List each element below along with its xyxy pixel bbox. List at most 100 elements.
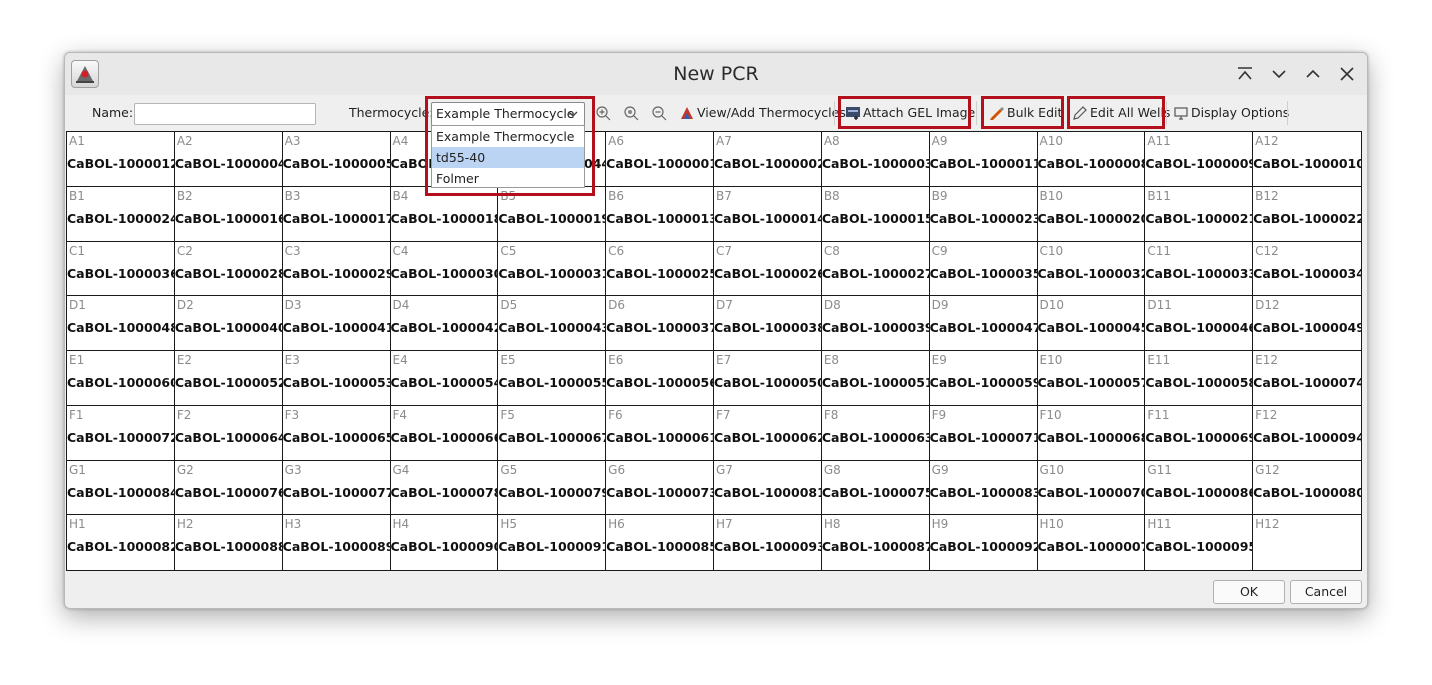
zoom-in-icon[interactable] bbox=[595, 105, 611, 121]
plate-well[interactable]: A12 CaBOL-1000010 bbox=[1253, 132, 1361, 187]
plate-well[interactable]: G4 CaBOL-1000078 bbox=[390, 460, 499, 516]
plate-well[interactable]: F2 CaBOL-1000064 bbox=[174, 405, 283, 461]
plate-well[interactable]: H3 CaBOL-1000089 bbox=[283, 515, 391, 570]
window-top-icon[interactable] bbox=[1234, 63, 1256, 85]
display-options-button[interactable]: Display Options bbox=[1169, 95, 1289, 131]
plate-well[interactable]: D4 CaBOL-1000042 bbox=[390, 296, 499, 351]
thermocycle-option-selected[interactable]: td55-40 bbox=[432, 147, 584, 168]
maximize-icon[interactable] bbox=[1302, 63, 1324, 85]
plate-well[interactable]: D11 CaBOL-1000046 bbox=[1145, 296, 1254, 351]
plate-well[interactable]: A6 CaBOL-1000001 bbox=[606, 132, 714, 187]
plate-well[interactable]: C1 CaBOL-1000036 bbox=[67, 241, 175, 297]
plate-well[interactable]: F6 CaBOL-1000061 bbox=[606, 405, 714, 461]
plate-well[interactable]: H5 CaBOL-1000091 bbox=[498, 515, 607, 570]
plate-well[interactable]: F12 CaBOL-1000094 bbox=[1253, 406, 1361, 461]
plate-well[interactable]: C7 CaBOL-1000026 bbox=[714, 241, 822, 297]
plate-well[interactable]: E7 CaBOL-1000050 bbox=[714, 351, 822, 406]
plate-well[interactable]: H6 CaBOL-1000085 bbox=[606, 515, 714, 570]
close-icon[interactable] bbox=[1336, 63, 1358, 85]
plate-well[interactable]: G5 CaBOL-1000079 bbox=[498, 460, 607, 516]
plate-well[interactable]: A3 CaBOL-1000005 bbox=[282, 132, 391, 187]
thermocycle-option[interactable]: Folmer bbox=[432, 168, 584, 189]
plate-well[interactable]: H4 CaBOL-1000090 bbox=[391, 515, 499, 570]
plate-well[interactable]: B6 CaBOL-1000013 bbox=[606, 186, 714, 242]
plate-well[interactable]: D10 CaBOL-1000045 bbox=[1037, 296, 1146, 351]
plate-well[interactable]: A11 CaBOL-1000009 bbox=[1145, 132, 1254, 187]
name-input[interactable] bbox=[134, 103, 316, 125]
plate-well[interactable]: E6 CaBOL-1000056 bbox=[606, 351, 714, 406]
plate-well[interactable]: C11 CaBOL-1000033 bbox=[1145, 241, 1254, 297]
cancel-button[interactable]: Cancel bbox=[1290, 580, 1362, 604]
plate-well[interactable]: A9 CaBOL-1000011 bbox=[929, 132, 1038, 187]
plate-well[interactable]: E12 CaBOL-1000074 bbox=[1253, 351, 1361, 406]
plate-well[interactable]: D8 CaBOL-1000039 bbox=[821, 296, 930, 351]
plate-well[interactable]: C2 CaBOL-1000028 bbox=[174, 241, 283, 297]
plate-well[interactable]: G3 CaBOL-1000077 bbox=[282, 460, 391, 516]
plate-well[interactable]: E8 CaBOL-1000051 bbox=[821, 351, 930, 406]
zoom-reset-icon[interactable] bbox=[623, 105, 639, 121]
minimize-icon[interactable] bbox=[1268, 63, 1290, 85]
plate-well[interactable]: G6 CaBOL-1000073 bbox=[606, 460, 714, 516]
plate-well[interactable]: D2 CaBOL-1000040 bbox=[174, 296, 283, 351]
plate-well[interactable]: H10 CaBOL-1000007 bbox=[1038, 515, 1146, 570]
plate-well[interactable]: H9 CaBOL-1000092 bbox=[930, 515, 1038, 570]
plate-well[interactable]: C4 CaBOL-1000030 bbox=[390, 241, 499, 297]
plate-well[interactable]: B1 CaBOL-1000024 bbox=[67, 186, 175, 242]
plate-well[interactable]: D7 CaBOL-1000038 bbox=[714, 296, 822, 351]
plate-well[interactable]: F4 CaBOL-1000066 bbox=[390, 405, 499, 461]
plate-well[interactable]: D3 CaBOL-1000041 bbox=[282, 296, 391, 351]
plate-well[interactable]: E3 CaBOL-1000053 bbox=[282, 351, 391, 406]
thermocycle-option[interactable]: Example Thermocycle bbox=[432, 126, 584, 147]
plate-well[interactable]: A8 CaBOL-1000003 bbox=[821, 132, 930, 187]
plate-well[interactable]: D5 CaBOL-1000043 bbox=[498, 296, 607, 351]
plate-well[interactable]: F10 CaBOL-1000068 bbox=[1037, 405, 1146, 461]
plate-well[interactable]: E10 CaBOL-1000057 bbox=[1037, 351, 1146, 406]
plate-well[interactable]: F8 CaBOL-1000063 bbox=[821, 405, 930, 461]
plate-well[interactable]: G11 CaBOL-1000086 bbox=[1145, 460, 1254, 516]
plate-well[interactable]: H2 CaBOL-1000088 bbox=[175, 515, 283, 570]
plate-well[interactable]: C10 CaBOL-1000032 bbox=[1037, 241, 1146, 297]
plate-well[interactable]: B8 CaBOL-1000015 bbox=[821, 186, 930, 242]
plate-well[interactable]: B2 CaBOL-1000016 bbox=[174, 186, 283, 242]
plate-well[interactable]: F11 CaBOL-1000069 bbox=[1145, 405, 1254, 461]
plate-well[interactable]: C12 CaBOL-1000034 bbox=[1253, 242, 1361, 297]
plate-well[interactable]: D1 CaBOL-1000048 bbox=[67, 296, 175, 351]
plate-well[interactable]: F5 CaBOL-1000067 bbox=[498, 405, 607, 461]
plate-well[interactable]: G10 CaBOL-1000070 bbox=[1037, 460, 1146, 516]
plate-well[interactable]: E9 CaBOL-1000059 bbox=[929, 351, 1038, 406]
plate-well[interactable]: C3 CaBOL-1000029 bbox=[282, 241, 391, 297]
plate-well[interactable]: G9 CaBOL-1000083 bbox=[929, 460, 1038, 516]
plate-well[interactable]: E2 CaBOL-1000052 bbox=[174, 351, 283, 406]
plate-well[interactable]: E11 CaBOL-1000058 bbox=[1145, 351, 1254, 406]
plate-well[interactable]: D9 CaBOL-1000047 bbox=[929, 296, 1038, 351]
plate-well[interactable]: H12 bbox=[1253, 515, 1361, 570]
plate-well[interactable]: D6 CaBOL-1000037 bbox=[606, 296, 714, 351]
ok-button[interactable]: OK bbox=[1213, 580, 1285, 604]
plate-well[interactable]: H1 CaBOL-1000082 bbox=[67, 515, 175, 570]
plate-well[interactable]: E4 CaBOL-1000054 bbox=[390, 351, 499, 406]
plate-well[interactable]: F3 CaBOL-1000065 bbox=[282, 405, 391, 461]
plate-well[interactable]: G7 CaBOL-1000081 bbox=[714, 460, 822, 516]
plate-well[interactable]: G12 CaBOL-1000080 bbox=[1253, 461, 1361, 516]
plate-well[interactable]: F1 CaBOL-1000072 bbox=[67, 405, 175, 461]
plate-well[interactable]: G8 CaBOL-1000075 bbox=[821, 460, 930, 516]
view-add-thermocycles-button[interactable]: View/Add Thermocycles bbox=[675, 95, 846, 131]
plate-well[interactable]: B3 CaBOL-1000017 bbox=[282, 186, 391, 242]
plate-well[interactable]: B12 CaBOL-1000022 bbox=[1253, 187, 1361, 242]
plate-well[interactable]: C6 CaBOL-1000025 bbox=[606, 241, 714, 297]
plate-well[interactable]: C9 CaBOL-1000035 bbox=[929, 241, 1038, 297]
plate-well[interactable]: H11 CaBOL-1000095 bbox=[1145, 515, 1254, 570]
plate-well[interactable]: H8 CaBOL-1000087 bbox=[822, 515, 930, 570]
plate-well[interactable]: E1 CaBOL-1000060 bbox=[67, 351, 175, 406]
plate-well[interactable]: B10 CaBOL-1000020 bbox=[1037, 186, 1146, 242]
plate-well[interactable]: F9 CaBOL-1000071 bbox=[929, 405, 1038, 461]
plate-well[interactable]: G2 CaBOL-1000076 bbox=[174, 460, 283, 516]
plate-well[interactable]: B7 CaBOL-1000014 bbox=[714, 186, 822, 242]
plate-well[interactable]: E5 CaBOL-1000055 bbox=[498, 351, 607, 406]
plate-well[interactable]: D12 CaBOL-1000049 bbox=[1253, 296, 1361, 351]
plate-well[interactable]: A7 CaBOL-1000002 bbox=[714, 132, 822, 187]
plate-well[interactable]: A2 CaBOL-1000004 bbox=[174, 132, 283, 187]
plate-well[interactable]: H7 CaBOL-1000093 bbox=[714, 515, 822, 570]
plate-well[interactable]: C8 CaBOL-1000027 bbox=[821, 241, 930, 297]
plate-well[interactable]: C5 CaBOL-1000031 bbox=[498, 241, 607, 297]
